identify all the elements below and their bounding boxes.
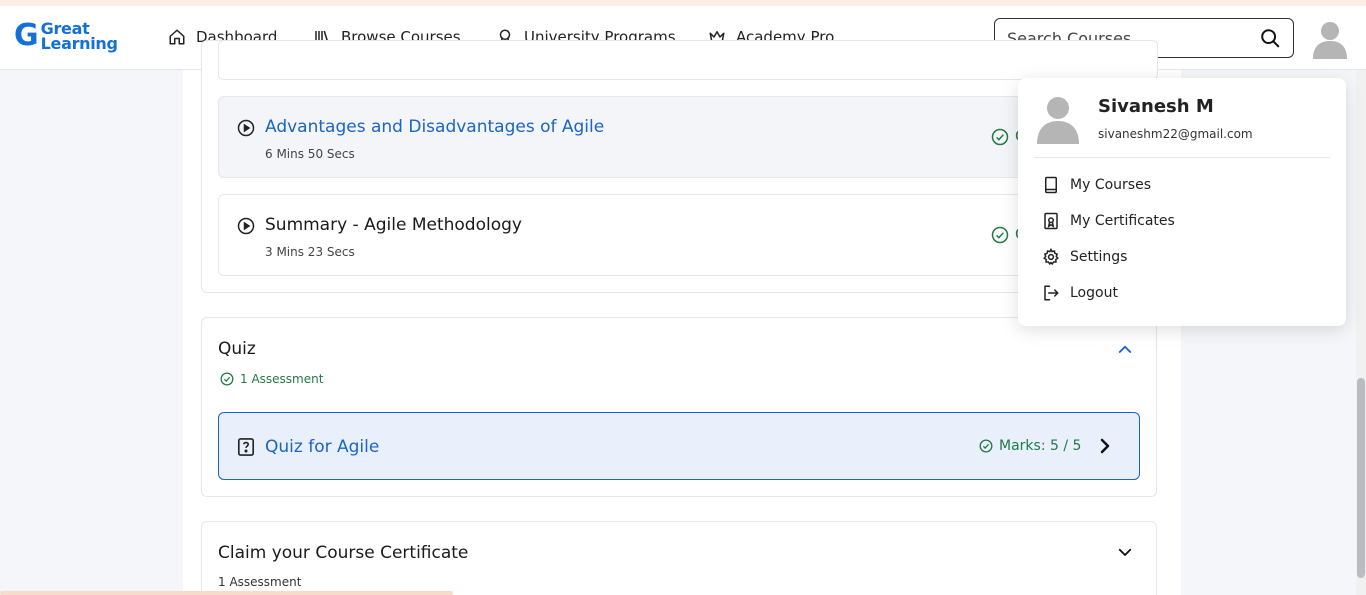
menu-logout-label: Logout: [1070, 285, 1118, 301]
check-circle-icon: [991, 128, 1009, 146]
book-icon: [1045, 176, 1057, 194]
lesson-item-active[interactable]: Advantages and Disadvantages of Agile 6 …: [218, 96, 1158, 178]
profile-name: Sivanesh M: [1098, 96, 1214, 117]
logo-wordmark: Great Learning: [40, 21, 118, 53]
quiz-marks-label: Marks: 5 / 5: [999, 438, 1082, 454]
logout-icon: [1044, 285, 1059, 301]
quiz-assessment-count: 1 Assessment: [220, 372, 323, 386]
menu-settings[interactable]: Settings: [1042, 248, 1127, 266]
certificate-assessment-count: 1 Assessment: [218, 575, 302, 589]
quiz-assessment-label: 1 Assessment: [240, 372, 324, 386]
menu-my-courses[interactable]: My Courses: [1042, 176, 1151, 194]
chevron-down-icon[interactable]: [1116, 543, 1134, 561]
scrollbar-thumb[interactable]: [1357, 378, 1365, 578]
logo-line-2: Learning: [40, 34, 118, 53]
menu-my-courses-label: My Courses: [1070, 177, 1151, 193]
lesson-duration: 3 Mins 23 Secs: [265, 245, 355, 259]
play-icon: [237, 119, 255, 137]
menu-my-certificates[interactable]: My Certificates: [1042, 212, 1175, 230]
quiz-item-name: Quiz for Agile: [265, 437, 380, 457]
quiz-item[interactable]: Quiz for Agile Marks: 5 / 5: [218, 412, 1140, 480]
profile-avatar: [1037, 97, 1079, 144]
home-icon: [169, 29, 185, 45]
search-icon[interactable]: [1259, 27, 1281, 49]
menu-my-certificates-label: My Certificates: [1070, 213, 1175, 229]
great-learning-logo[interactable]: G Great Learning: [14, 18, 118, 53]
chevron-right-icon[interactable]: [1097, 437, 1113, 455]
check-circle-icon: [220, 372, 234, 386]
quiz-marks: Marks: 5 / 5: [979, 438, 1081, 454]
profile-email: sivaneshm22@gmail.com: [1098, 127, 1253, 141]
certificate-icon: [1044, 212, 1058, 230]
dropdown-divider: [1034, 157, 1330, 158]
lesson-item-previous[interactable]: [218, 40, 1158, 80]
lesson-duration: 6 Mins 50 Secs: [265, 147, 355, 161]
menu-logout[interactable]: Logout: [1042, 284, 1118, 302]
quiz-section-title: Quiz: [218, 339, 256, 359]
chevron-up-icon[interactable]: [1116, 340, 1134, 358]
lesson-title: Summary - Agile Methodology: [265, 215, 522, 235]
certificate-section-title: Claim your Course Certificate: [218, 543, 469, 563]
logo-g-mark: G: [14, 18, 39, 53]
gear-icon: [1043, 248, 1059, 266]
lesson-title: Advantages and Disadvantages of Agile: [265, 117, 605, 137]
quiz-file-icon: [237, 438, 255, 456]
profile-dropdown: Sivanesh M sivaneshm22@gmail.com My Cour…: [1018, 78, 1346, 326]
user-avatar[interactable]: [1312, 19, 1348, 59]
play-icon: [237, 217, 255, 235]
menu-settings-label: Settings: [1070, 249, 1128, 265]
check-circle-icon: [991, 226, 1009, 244]
lesson-item[interactable]: Summary - Agile Methodology 3 Mins 23 Se…: [218, 194, 1158, 276]
check-circle-icon: [979, 439, 993, 453]
bottom-progress-bar: [0, 591, 453, 595]
